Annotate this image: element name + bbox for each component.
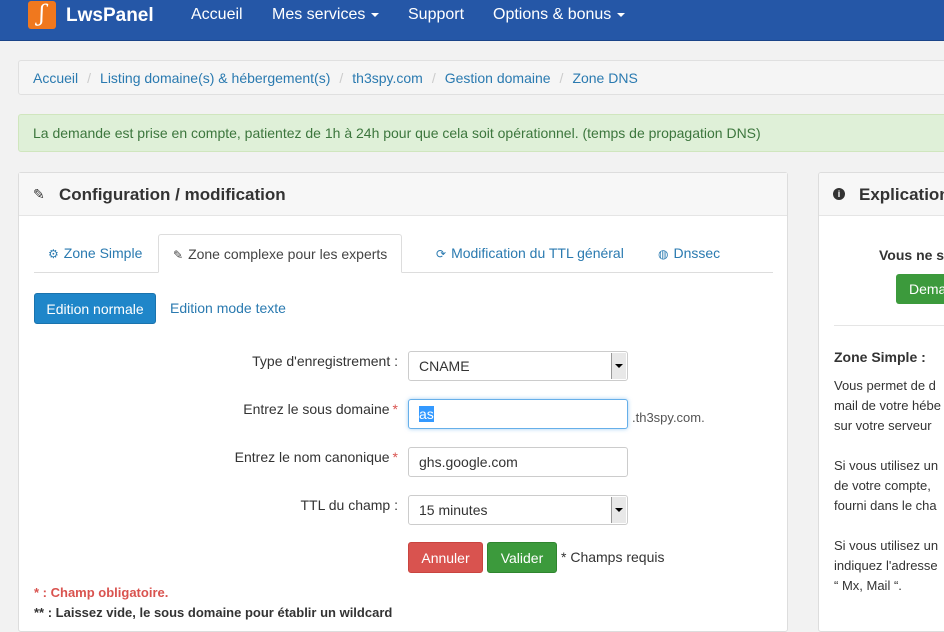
valider-button[interactable]: Valider [487, 542, 557, 573]
explication-line: fourni dans le cha [834, 498, 937, 513]
nav-accueil[interactable]: Accueil [191, 5, 243, 25]
success-alert-text: La demande est prise en compte, patiente… [33, 125, 761, 141]
ttl-select[interactable]: 15 minutes [408, 495, 628, 525]
success-alert: La demande est prise en compte, patiente… [18, 114, 944, 152]
type-label-text: Type d'enregistrement : [252, 353, 398, 369]
tab-modification-ttl-label: Modification du TTL général [451, 245, 624, 261]
explication-line: “ Mx, Mail “. [834, 578, 902, 593]
nav-accueil-label: Accueil [191, 6, 243, 23]
config-panel-header: ✎ Configuration / modification [19, 173, 787, 216]
explication-line: mail de votre hébe [834, 398, 941, 413]
zone-simple-heading: Zone Simple : [834, 349, 926, 365]
nom-canonique-input[interactable]: ghs.google.com [408, 447, 628, 477]
ttl-label-text: TTL du champ : [300, 497, 398, 513]
explication-line: Vous permet de d [834, 378, 936, 393]
explication-notice-text: Vous ne s [879, 247, 944, 263]
lws-logo-icon[interactable]: ʃ [28, 1, 56, 29]
wildcard-note: ** : Laissez vide, le sous domaine pour … [34, 605, 393, 620]
edit-icon: ✎ [33, 186, 45, 202]
tab-zone-simple-label: Zone Simple [63, 245, 143, 261]
required-asterisk: * [392, 401, 398, 417]
breadcrumb-separator: / [559, 70, 564, 86]
breadcrumb-separator: / [339, 70, 344, 86]
nav-support[interactable]: Support [408, 5, 464, 25]
domain-suffix: .th3spy.com. [632, 410, 705, 425]
sous-domaine-label: Entrez le sous domaine * [243, 401, 398, 417]
config-panel-title: Configuration / modification [59, 185, 286, 204]
breadcrumb-separator: / [87, 70, 92, 86]
champs-requis-note: * Champs requis [561, 549, 665, 565]
sous-domaine-input[interactable]: as [408, 399, 628, 429]
tab-bar: ⚙ Zone Simple ✎ Zone complexe pour les exp… [34, 234, 773, 273]
explication-line: indiquez l'adresse [834, 558, 938, 573]
brand-name[interactable]: LwsPanel [66, 5, 154, 27]
explication-line: sur votre serveur [834, 418, 932, 433]
breadcrumb-gestion[interactable]: Gestion domaine [445, 70, 551, 86]
top-navbar: ʃ LwsPanel Accueil Mes services Support … [0, 0, 944, 41]
breadcrumb-zone-dns[interactable]: Zone DNS [572, 70, 637, 86]
explication-demande-button[interactable]: Dema [896, 274, 944, 304]
info-icon: i [833, 188, 845, 200]
explication-line: Si vous utilisez un [834, 458, 939, 473]
explication-panel-title: Explication [859, 185, 944, 204]
explication-line: Si vous utilisez un [834, 538, 939, 553]
tab-dnssec[interactable]: ◍ Dnssec [644, 234, 734, 272]
pencil-icon: ✎ [173, 248, 184, 262]
caret-down-icon [617, 12, 626, 17]
gear-icon: ⚙ [48, 247, 59, 261]
globe-icon: ◍ [658, 247, 669, 261]
canonical-input-value: ghs.google.com [419, 454, 518, 470]
nav-support-label: Support [408, 6, 465, 23]
type-select-value: CNAME [419, 358, 470, 374]
annuler-button[interactable]: Annuler [408, 542, 483, 573]
champ-obligatoire-note: * : Champ obligatoire. [34, 585, 169, 600]
breadcrumb-separator: / [431, 70, 436, 86]
breadcrumb-listing[interactable]: Listing domaine(s) & hébergement(s) [100, 70, 330, 86]
canonical-label-text: Entrez le nom canonique [234, 449, 390, 465]
edition-mode-texte-link[interactable]: Edition mode texte [170, 300, 286, 316]
edition-normale-button[interactable]: Edition normale [34, 293, 156, 324]
ttl-label: TTL du champ : [300, 497, 398, 513]
subdomain-label-text: Entrez le sous domaine [243, 401, 390, 417]
nav-options-bonus-label: Options & bonus [493, 6, 612, 23]
explication-divider [834, 325, 944, 326]
tab-zone-complexe-label: Zone complexe pour les experts [188, 246, 388, 262]
breadcrumb-accueil[interactable]: Accueil [33, 70, 78, 86]
type-enregistrement-select[interactable]: CNAME [408, 351, 628, 381]
subdomain-input-value: as [419, 406, 434, 422]
type-enregistrement-label: Type d'enregistrement : [252, 353, 398, 369]
config-panel: ✎ Configuration / modification ⚙ Zone Sim… [18, 172, 788, 632]
nav-options-bonus[interactable]: Options & bonus [493, 5, 626, 25]
ttl-select-value: 15 minutes [419, 502, 488, 518]
select-arrow-icon [611, 353, 626, 379]
explication-line: de votre compte, [834, 478, 931, 493]
caret-down-icon [371, 12, 380, 17]
refresh-icon: ⟳ [436, 247, 447, 261]
required-asterisk: * [392, 449, 398, 465]
breadcrumb: Accueil / Listing domaine(s) & hébergement… [18, 60, 944, 95]
explication-panel-header: i Explication [819, 173, 944, 216]
tab-dnssec-label: Dnssec [673, 245, 721, 261]
explication-panel: i Explication Vous ne s Dema Zone Simple… [818, 172, 944, 632]
nav-mes-services-label: Mes services [272, 6, 366, 23]
tab-zone-complexe[interactable]: ✎ Zone complexe pour les experts [158, 234, 403, 273]
tab-modification-ttl[interactable]: ⟳ Modification du TTL général [422, 234, 638, 272]
nav-mes-services[interactable]: Mes services [272, 5, 380, 25]
select-arrow-icon [611, 497, 626, 523]
tab-zone-simple[interactable]: ⚙ Zone Simple [34, 234, 156, 272]
nom-canonique-label: Entrez le nom canonique * [235, 449, 398, 465]
breadcrumb-domain[interactable]: th3spy.com [352, 70, 423, 86]
